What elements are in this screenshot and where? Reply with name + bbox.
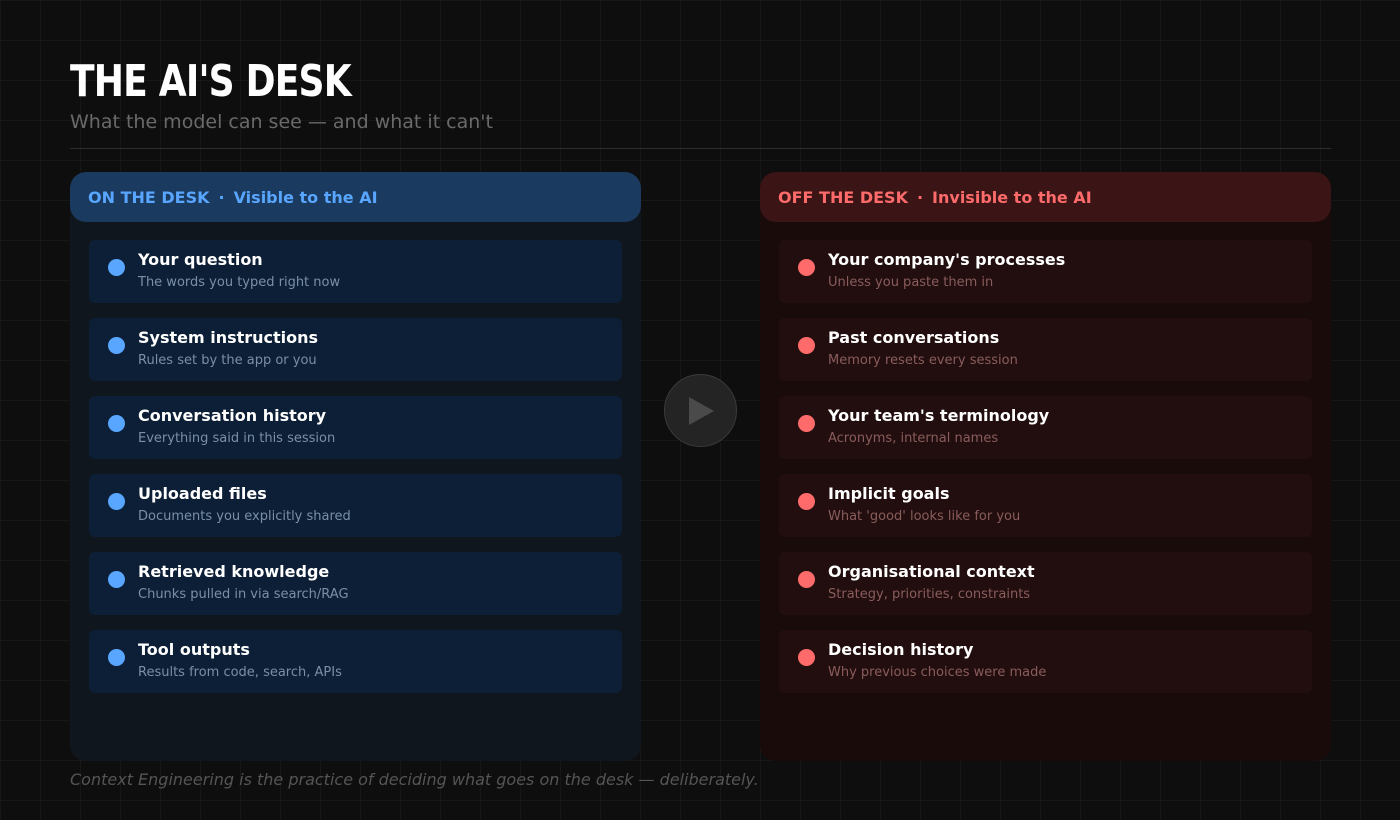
item-title: Past conversations: [828, 328, 1000, 347]
on-desk-label: ON THE DESK: [88, 187, 210, 207]
off-desk-label: OFF THE DESK: [778, 187, 908, 207]
item-description: Rules set by the app or you: [138, 353, 317, 368]
off-desk-list: Your company's processes Unless you past…: [760, 222, 1331, 693]
dot-icon: [798, 337, 815, 354]
list-item: Uploaded files Documents you explicitly …: [89, 474, 622, 537]
dot-icon: [798, 649, 815, 666]
dot-icon: [798, 493, 815, 510]
page-subtitle: What the model can see — and what it can…: [70, 111, 493, 133]
item-title: System instructions: [138, 328, 319, 347]
play-button[interactable]: [664, 374, 737, 447]
item-title: Decision history: [828, 640, 974, 659]
off-desk-tag: Invisible to the AI: [932, 187, 1092, 207]
item-title: Implicit goals: [828, 484, 950, 503]
item-description: Why previous choices were made: [828, 665, 1047, 680]
item-description: Strategy, priorities, constraints: [828, 587, 1031, 602]
play-icon: [688, 396, 714, 425]
dot-icon: [108, 571, 125, 588]
dot-icon: [798, 415, 815, 432]
list-item: Tool outputs Results from code, search, …: [89, 630, 622, 693]
list-item: Retrieved knowledge Chunks pulled in via…: [89, 552, 622, 615]
item-description: Results from code, search, APIs: [138, 665, 342, 680]
dot-icon: [108, 337, 125, 354]
item-description: The words you typed right now: [138, 275, 341, 290]
list-item: Your question The words you typed right …: [89, 240, 622, 303]
item-description: Memory resets every session: [828, 353, 1018, 368]
dot-icon: [108, 259, 125, 276]
item-title: Conversation history: [138, 406, 327, 425]
on-desk-tag: Visible to the AI: [233, 187, 378, 207]
list-item: Conversation history Everything said in …: [89, 396, 622, 459]
item-description: Documents you explicitly shared: [138, 509, 351, 524]
item-description: Chunks pulled in via search/RAG: [138, 587, 349, 602]
on-desk-header: ON THE DESK · Visible to the AI: [70, 172, 641, 222]
off-desk-header: OFF THE DESK · Invisible to the AI: [760, 172, 1331, 222]
item-title: Your company's processes: [828, 250, 1066, 269]
list-item: Past conversations Memory resets every s…: [779, 318, 1312, 381]
list-item: Your team's terminology Acronyms, intern…: [779, 396, 1312, 459]
item-title: Retrieved knowledge: [138, 562, 330, 581]
list-item: Decision history Why previous choices we…: [779, 630, 1312, 693]
dot-icon: [108, 649, 125, 666]
dot-icon: [798, 571, 815, 588]
dot-icon: [108, 493, 125, 510]
header-separator: ·: [916, 187, 924, 207]
list-item: Your company's processes Unless you past…: [779, 240, 1312, 303]
item-description: What 'good' looks like for you: [828, 509, 1021, 524]
dot-icon: [108, 415, 125, 432]
on-desk-list: Your question The words you typed right …: [70, 222, 641, 693]
item-description: Acronyms, internal names: [828, 431, 999, 446]
list-item: System instructions Rules set by the app…: [89, 318, 622, 381]
item-title: Organisational context: [828, 562, 1035, 581]
dot-icon: [798, 259, 815, 276]
off-desk-panel: OFF THE DESK · Invisible to the AI Your …: [760, 172, 1331, 761]
item-title: Tool outputs: [138, 640, 250, 659]
item-description: Unless you paste them in: [828, 275, 994, 290]
item-title: Your team's terminology: [828, 406, 1050, 425]
item-title: Uploaded files: [138, 484, 267, 503]
list-item: Organisational context Strategy, priorit…: [779, 552, 1312, 615]
header-separator: ·: [218, 187, 225, 207]
page-title: THE AI'S DESK: [70, 56, 352, 107]
item-description: Everything said in this session: [138, 431, 336, 446]
on-desk-panel: ON THE DESK · Visible to the AI Your que…: [70, 172, 641, 761]
list-item: Implicit goals What 'good' looks like fo…: [779, 474, 1312, 537]
item-title: Your question: [138, 250, 263, 269]
header-divider: [70, 148, 1331, 149]
footer-caption: Context Engineering is the practice of d…: [70, 770, 759, 789]
